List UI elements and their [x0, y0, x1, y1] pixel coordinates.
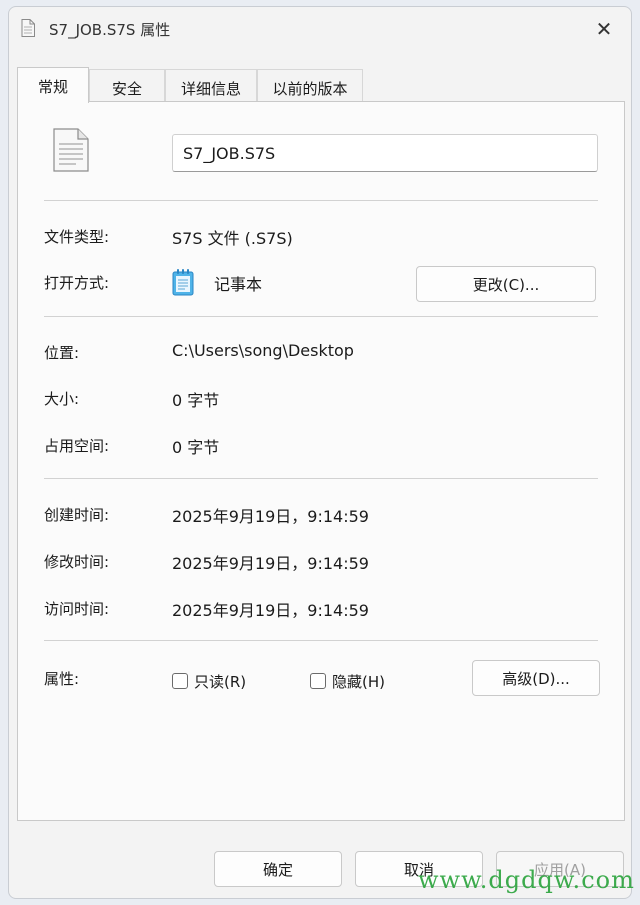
close-button[interactable]: ✕ — [587, 13, 621, 45]
close-icon: ✕ — [595, 17, 613, 41]
divider — [44, 200, 598, 201]
size-on-disk-value: 0 字节 — [172, 438, 220, 457]
properties-dialog: S7_JOB.S7S 属性 ✕ 常规 安全 详细信息 以前的版本 文件类型: S… — [8, 6, 632, 899]
divider — [44, 316, 598, 317]
file-name-input[interactable] — [172, 134, 598, 172]
divider — [44, 640, 598, 641]
attributes-label: 属性: — [44, 670, 80, 688]
size-label: 大小: — [44, 390, 80, 408]
tab-security[interactable]: 安全 — [89, 69, 165, 101]
title-bar: S7_JOB.S7S 属性 ✕ — [9, 7, 631, 51]
document-icon — [53, 128, 89, 172]
general-panel: 文件类型: S7S 文件 (.S7S) 打开方式: 记事本 更改(C)... 位… — [17, 101, 625, 821]
accessed-value: 2025年9月19日，9:14:59 — [172, 601, 369, 620]
tab-general[interactable]: 常规 — [17, 67, 89, 103]
advanced-button[interactable]: 高级(D)... — [472, 660, 600, 696]
tab-previous-versions[interactable]: 以前的版本 — [257, 69, 363, 101]
size-value: 0 字节 — [172, 391, 220, 410]
created-label: 创建时间: — [44, 506, 110, 524]
location-label: 位置: — [44, 344, 80, 362]
location-value: C:\Users\song\Desktop — [172, 341, 354, 360]
created-value: 2025年9月19日，9:14:59 — [172, 507, 369, 526]
change-button[interactable]: 更改(C)... — [416, 266, 596, 302]
open-with-label: 打开方式: — [44, 274, 110, 292]
tab-bar: 常规 安全 详细信息 以前的版本 — [17, 67, 625, 103]
accessed-label: 访问时间: — [44, 600, 110, 618]
file-type-label: 文件类型: — [44, 228, 110, 246]
document-icon — [21, 19, 35, 37]
readonly-label[interactable]: 只读(R) — [194, 671, 246, 692]
divider — [44, 478, 598, 479]
modified-value: 2025年9月19日，9:14:59 — [172, 554, 369, 573]
tab-details[interactable]: 详细信息 — [165, 69, 257, 101]
window-title: S7_JOB.S7S 属性 — [49, 21, 171, 39]
size-on-disk-label: 占用空间: — [44, 437, 110, 455]
notepad-icon — [172, 269, 194, 296]
hidden-label[interactable]: 隐藏(H) — [332, 671, 385, 692]
ok-button[interactable]: 确定 — [214, 851, 342, 887]
modified-label: 修改时间: — [44, 553, 110, 571]
open-with-value: 记事本 — [214, 275, 263, 294]
watermark: www.dgdqw.com — [418, 866, 635, 894]
hidden-checkbox[interactable] — [310, 673, 326, 689]
file-type-value: S7S 文件 (.S7S) — [172, 229, 293, 248]
readonly-checkbox[interactable] — [172, 673, 188, 689]
